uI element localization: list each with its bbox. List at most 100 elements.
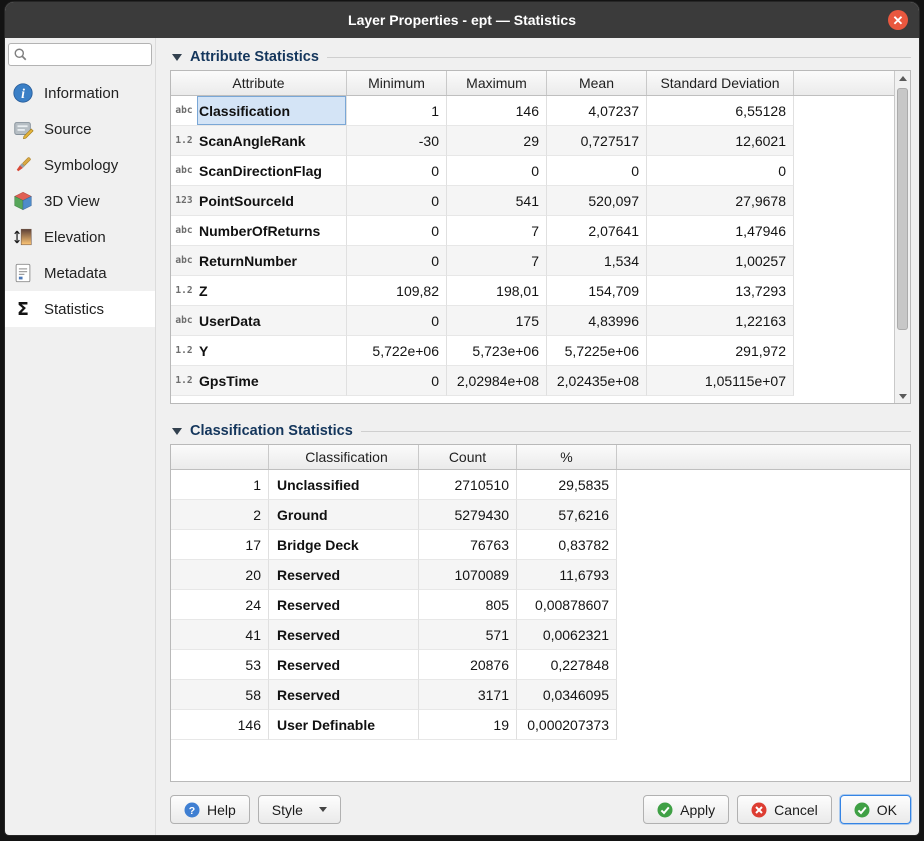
- cell-classification[interactable]: Reserved: [269, 560, 419, 590]
- cell-count[interactable]: 3171: [419, 680, 517, 710]
- cell-percent[interactable]: 29,5835: [517, 470, 617, 500]
- cell-count[interactable]: 2710510: [419, 470, 517, 500]
- cell-code[interactable]: 41: [171, 620, 269, 650]
- cell-mean[interactable]: 1,534: [547, 246, 647, 276]
- sidebar-item-metadata[interactable]: Metadata: [5, 255, 155, 291]
- cell-classification[interactable]: Reserved: [269, 650, 419, 680]
- cell-minimum[interactable]: 109,82: [347, 276, 447, 306]
- cell-maximum[interactable]: 7: [447, 216, 547, 246]
- cell-maximum[interactable]: 2,02984e+08: [447, 366, 547, 396]
- sidebar-item-symbology[interactable]: Symbology: [5, 147, 155, 183]
- cell-code[interactable]: 53: [171, 650, 269, 680]
- column-header-maximum[interactable]: Maximum: [447, 71, 547, 95]
- cell-maximum[interactable]: 29: [447, 126, 547, 156]
- column-header-stddev[interactable]: Standard Deviation: [647, 71, 794, 95]
- cell-maximum[interactable]: 5,723e+06: [447, 336, 547, 366]
- cell-code[interactable]: 146: [171, 710, 269, 740]
- cell-mean[interactable]: 2,07641: [547, 216, 647, 246]
- cell-minimum[interactable]: 0: [347, 156, 447, 186]
- cell-minimum[interactable]: 1: [347, 96, 447, 126]
- cell-classification[interactable]: Reserved: [269, 680, 419, 710]
- scroll-down-icon[interactable]: [895, 389, 910, 403]
- cell-stddev[interactable]: 291,972: [647, 336, 794, 366]
- cell-percent[interactable]: 0,227848: [517, 650, 617, 680]
- cell-attribute[interactable]: abc ReturnNumber: [171, 246, 347, 276]
- cell-percent[interactable]: 0,0346095: [517, 680, 617, 710]
- sidebar-item-information[interactable]: i Information: [5, 75, 155, 111]
- search-input[interactable]: [32, 47, 147, 62]
- vertical-scrollbar[interactable]: [894, 71, 910, 403]
- cell-attribute[interactable]: 1.2 Z: [171, 276, 347, 306]
- sidebar-item-source[interactable]: Source: [5, 111, 155, 147]
- cell-mean[interactable]: 4,07237: [547, 96, 647, 126]
- style-button[interactable]: Style: [258, 795, 341, 824]
- cell-percent[interactable]: 0,0062321: [517, 620, 617, 650]
- close-icon[interactable]: ✕: [888, 10, 908, 30]
- cell-attribute[interactable]: abc NumberOfReturns: [171, 216, 347, 246]
- cell-attribute[interactable]: abc ScanDirectionFlag: [171, 156, 347, 186]
- cell-mean[interactable]: 0: [547, 156, 647, 186]
- cell-classification[interactable]: User Definable: [269, 710, 419, 740]
- cell-minimum[interactable]: -30: [347, 126, 447, 156]
- cell-mean[interactable]: 4,83996: [547, 306, 647, 336]
- sidebar-item-3d-view[interactable]: 3D View: [5, 183, 155, 219]
- cell-stddev[interactable]: 1,22163: [647, 306, 794, 336]
- cell-stddev[interactable]: 1,05115e+07: [647, 366, 794, 396]
- cell-maximum[interactable]: 175: [447, 306, 547, 336]
- column-header-percent[interactable]: %: [517, 445, 617, 469]
- cell-percent[interactable]: 0,000207373: [517, 710, 617, 740]
- cell-stddev[interactable]: 6,55128: [647, 96, 794, 126]
- cell-maximum[interactable]: 541: [447, 186, 547, 216]
- collapse-arrow-icon[interactable]: [172, 428, 182, 435]
- cell-count[interactable]: 76763: [419, 530, 517, 560]
- collapse-arrow-icon[interactable]: [172, 54, 182, 61]
- cell-mean[interactable]: 0,727517: [547, 126, 647, 156]
- cancel-button[interactable]: Cancel: [737, 795, 832, 824]
- cell-classification[interactable]: Reserved: [269, 590, 419, 620]
- cell-minimum[interactable]: 0: [347, 186, 447, 216]
- cell-maximum[interactable]: 146: [447, 96, 547, 126]
- cell-mean[interactable]: 520,097: [547, 186, 647, 216]
- cell-attribute[interactable]: 1.2 ScanAngleRank: [171, 126, 347, 156]
- cell-stddev[interactable]: 1,47946: [647, 216, 794, 246]
- cell-mean[interactable]: 5,7225e+06: [547, 336, 647, 366]
- cell-count[interactable]: 20876: [419, 650, 517, 680]
- cell-attribute[interactable]: 1.2 GpsTime: [171, 366, 347, 396]
- cell-maximum[interactable]: 7: [447, 246, 547, 276]
- cell-code[interactable]: 17: [171, 530, 269, 560]
- cell-percent[interactable]: 57,6216: [517, 500, 617, 530]
- cell-count[interactable]: 571: [419, 620, 517, 650]
- cell-attribute[interactable]: 123 PointSourceId: [171, 186, 347, 216]
- column-header-count[interactable]: Count: [419, 445, 517, 469]
- search-box[interactable]: [8, 43, 152, 66]
- cell-minimum[interactable]: 5,722e+06: [347, 336, 447, 366]
- sidebar-item-statistics[interactable]: Σ Statistics: [5, 291, 155, 327]
- sidebar-item-elevation[interactable]: Elevation: [5, 219, 155, 255]
- cell-minimum[interactable]: 0: [347, 366, 447, 396]
- cell-count[interactable]: 1070089: [419, 560, 517, 590]
- cell-stddev[interactable]: 0: [647, 156, 794, 186]
- cell-attribute[interactable]: abc Classification: [171, 96, 347, 126]
- column-header-mean[interactable]: Mean: [547, 71, 647, 95]
- cell-minimum[interactable]: 0: [347, 246, 447, 276]
- column-header-attribute[interactable]: Attribute: [171, 71, 347, 95]
- apply-button[interactable]: Apply: [643, 795, 729, 824]
- cell-percent[interactable]: 11,6793: [517, 560, 617, 590]
- cell-classification[interactable]: Bridge Deck: [269, 530, 419, 560]
- column-header-code[interactable]: [171, 445, 269, 469]
- cell-classification[interactable]: Ground: [269, 500, 419, 530]
- help-button[interactable]: ? Help: [170, 795, 250, 824]
- cell-code[interactable]: 20: [171, 560, 269, 590]
- cell-stddev[interactable]: 1,00257: [647, 246, 794, 276]
- cell-stddev[interactable]: 27,9678: [647, 186, 794, 216]
- cell-maximum[interactable]: 0: [447, 156, 547, 186]
- cell-classification[interactable]: Unclassified: [269, 470, 419, 500]
- scroll-up-icon[interactable]: [895, 71, 910, 85]
- cell-stddev[interactable]: 12,6021: [647, 126, 794, 156]
- ok-button[interactable]: OK: [840, 795, 911, 824]
- cell-code[interactable]: 2: [171, 500, 269, 530]
- cell-minimum[interactable]: 0: [347, 216, 447, 246]
- cell-classification[interactable]: Reserved: [269, 620, 419, 650]
- cell-percent[interactable]: 0,00878607: [517, 590, 617, 620]
- cell-maximum[interactable]: 198,01: [447, 276, 547, 306]
